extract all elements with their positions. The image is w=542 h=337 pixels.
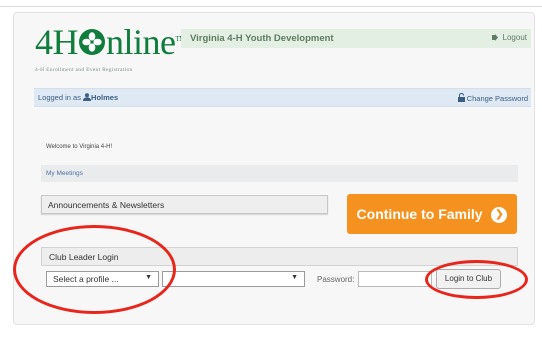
- logo-text-4h: 4H: [35, 22, 79, 62]
- profile-select-value: Select a profile ...: [53, 274, 119, 284]
- logo-subtitle: 4-H Enrollment and Event Registration: [35, 67, 133, 73]
- profile-select[interactable]: Select a profile ... ▼: [46, 271, 159, 287]
- welcome-message: Welcome to Virginia 4-H!: [46, 144, 113, 150]
- login-to-club-button[interactable]: Login to Club: [436, 269, 501, 289]
- my-meetings-link[interactable]: My Meetings: [46, 170, 83, 177]
- lock-icon: [457, 92, 465, 102]
- logout-link[interactable]: Logout: [492, 33, 527, 42]
- club-select[interactable]: ▼: [162, 271, 305, 287]
- logo-text-nline: nline: [106, 22, 176, 62]
- user-icon: [83, 93, 92, 101]
- continue-to-family-button[interactable]: Continue to Family ❯: [347, 194, 517, 234]
- my-meetings-bar: [41, 165, 518, 182]
- club-leader-login-label: Club Leader Login: [49, 252, 119, 262]
- site-title: Virginia 4-H Youth Development: [190, 33, 334, 44]
- logged-in-info: Logged in as Holmes: [38, 93, 118, 102]
- change-password-link[interactable]: Change Password: [457, 92, 528, 103]
- 4honline-logo[interactable]: 4H nlineTM 4-H Enrollment and Event Regi…: [35, 20, 185, 82]
- logout-icon: [492, 34, 499, 41]
- change-password-label: Change Password: [466, 94, 528, 103]
- chevron-down-icon: ▼: [291, 274, 298, 281]
- arrow-right-icon: ❯: [491, 207, 508, 224]
- password-input[interactable]: [358, 271, 432, 287]
- top-divider: [0, 6, 542, 7]
- username: Holmes: [91, 93, 119, 102]
- logo-wordmark: 4H nlineTM: [35, 20, 185, 62]
- password-label: Password:: [317, 275, 355, 284]
- clover-icon: [79, 29, 105, 55]
- continue-label: Continue to Family: [356, 206, 483, 222]
- announcements-label: Announcements & Newsletters: [48, 200, 165, 210]
- logged-in-prefix: Logged in as: [38, 93, 81, 102]
- logout-label: Logout: [502, 33, 527, 42]
- chevron-down-icon: ▼: [145, 274, 152, 281]
